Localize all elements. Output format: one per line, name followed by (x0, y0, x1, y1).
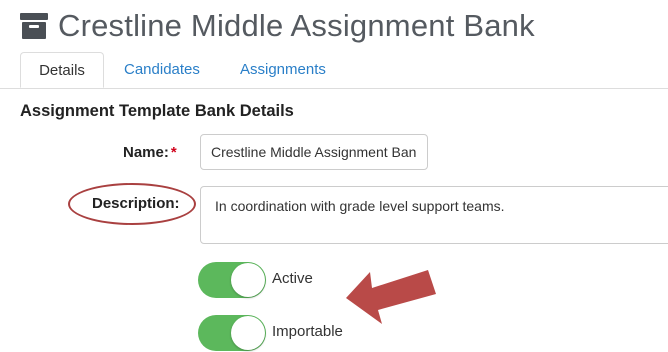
tab-details[interactable]: Details (20, 52, 104, 88)
tab-bar: Details Candidates Assignments (0, 52, 668, 89)
assignment-bank-page: Crestline Middle Assignment Bank Details… (0, 0, 668, 352)
description-field[interactable]: In coordination with grade level support… (200, 186, 668, 244)
toggle-knob (231, 316, 265, 350)
archive-box-icon (20, 13, 48, 39)
active-toggle[interactable] (198, 262, 266, 298)
required-marker: * (170, 144, 177, 161)
toggle-knob (231, 263, 265, 297)
name-label: Name: * (123, 144, 177, 161)
annotation-arrow-icon (346, 270, 436, 324)
active-label: Active (272, 270, 313, 287)
importable-label: Importable (272, 323, 343, 340)
section-heading: Assignment Template Bank Details (20, 102, 294, 120)
tab-candidates[interactable]: Candidates (124, 52, 200, 87)
importable-toggle[interactable] (198, 315, 266, 351)
page-title: Crestline Middle Assignment Bank (58, 8, 535, 43)
tab-assignments[interactable]: Assignments (240, 52, 326, 87)
page-header: Crestline Middle Assignment Bank (20, 6, 535, 46)
name-label-text: Name: (123, 144, 169, 161)
name-field[interactable] (200, 134, 428, 170)
description-label: Description: (92, 195, 180, 212)
